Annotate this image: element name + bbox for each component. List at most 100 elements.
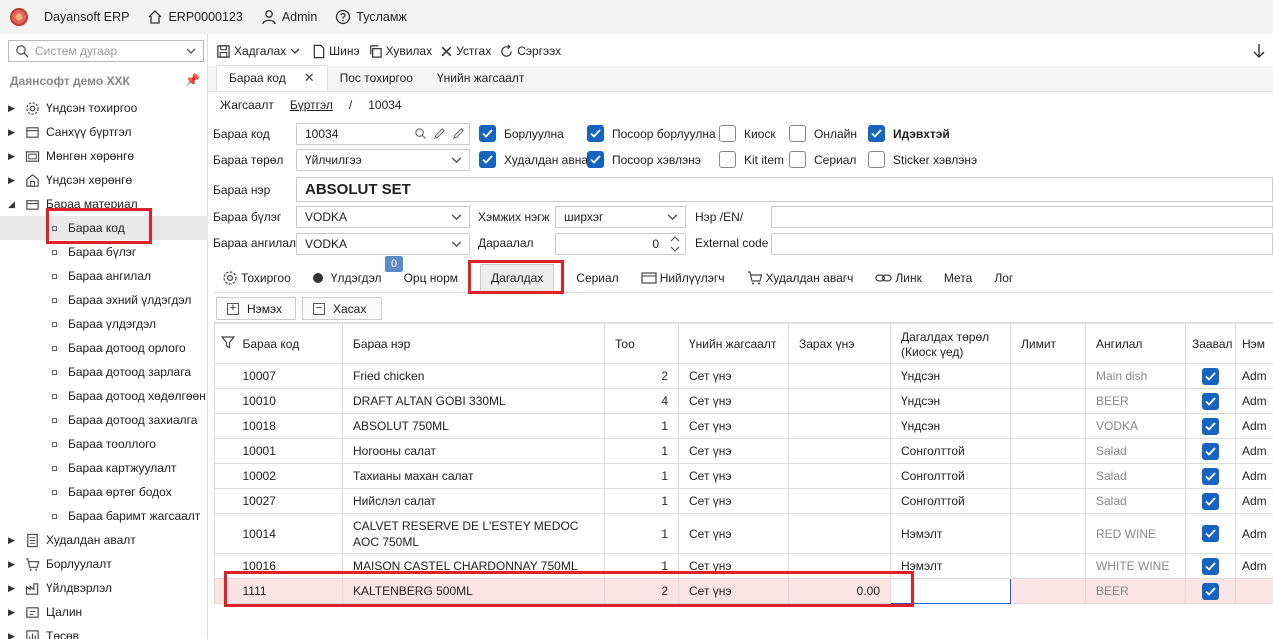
save-button[interactable]: Хадгалах: [216, 44, 304, 59]
cell-required[interactable]: [1185, 578, 1236, 604]
cell-code[interactable]: 10002: [238, 463, 343, 489]
cell-price-list[interactable]: Сет үнэ: [678, 553, 789, 579]
cell-limit[interactable]: [1010, 413, 1086, 439]
cell-limit[interactable]: [1010, 438, 1086, 464]
cell-required[interactable]: [1185, 363, 1236, 389]
cell-code[interactable]: 10014: [238, 513, 343, 554]
cell-accompany-type[interactable]: Үндсэн: [890, 413, 1011, 439]
cell-required[interactable]: [1185, 413, 1236, 439]
checkbox-serial[interactable]: Сериал: [789, 151, 856, 168]
name-en-input[interactable]: [771, 206, 1273, 228]
unit-select[interactable]: ширхэг: [555, 206, 686, 228]
pin-icon[interactable]: 📌: [185, 73, 200, 87]
tab-accompany[interactable]: Дагалдах: [480, 264, 555, 292]
checkbox-checked-icon[interactable]: [868, 125, 885, 142]
cell-sale-price[interactable]: 0.00: [788, 578, 891, 604]
filter-icon[interactable]: [220, 335, 236, 349]
chevron-down-icon[interactable]: [185, 45, 197, 57]
system-number-search[interactable]: Систем дугаар: [8, 40, 204, 62]
user-menu[interactable]: Admin: [261, 9, 317, 25]
tab-recipe[interactable]: Орц норм: [404, 264, 458, 292]
cell-required[interactable]: [1185, 438, 1236, 464]
col-header-price-list[interactable]: Үнийн жагсаалт: [678, 323, 789, 364]
chevron-down-icon[interactable]: [289, 45, 301, 57]
checkbox-checked-icon[interactable]: [1202, 467, 1219, 485]
caret-right-icon[interactable]: ▶: [8, 583, 18, 594]
cell-code[interactable]: 1111: [238, 578, 343, 604]
cell-accompany-type[interactable]: [890, 578, 1011, 604]
cell-accompany-type[interactable]: Үндсэн: [890, 388, 1011, 414]
cell-added-by[interactable]: Adm: [1235, 388, 1273, 414]
checkbox-active[interactable]: Идэвхтэй: [868, 125, 950, 142]
cell-sale-price[interactable]: [788, 363, 891, 389]
col-header-code[interactable]: Бараа код: [238, 323, 343, 364]
cell-category[interactable]: Main dish: [1085, 363, 1186, 389]
checkbox-checked-icon[interactable]: [479, 125, 496, 142]
cell-code[interactable]: 10027: [238, 488, 343, 514]
sidebar-item-finance[interactable]: ▶ Санхүү бүртгэл: [0, 120, 208, 144]
tab-serial[interactable]: Сериал: [576, 264, 618, 292]
cell-price-list[interactable]: Сет үнэ: [678, 363, 789, 389]
cell-sale-price[interactable]: [788, 413, 891, 439]
cell-name[interactable]: Тахианы махан салат: [342, 463, 605, 489]
cell-code[interactable]: 10018: [238, 413, 343, 439]
help-link[interactable]: Тусламж: [335, 9, 407, 25]
col-header-added-by[interactable]: Нэм: [1235, 323, 1273, 364]
caret-down-icon[interactable]: ◢: [8, 199, 18, 210]
checkbox-checked-icon[interactable]: [1202, 492, 1219, 510]
tab-item-code[interactable]: Бараа код ✕: [216, 65, 328, 91]
close-tab-icon[interactable]: ✕: [304, 70, 315, 86]
tab-pos-settings[interactable]: Пос тохиргоо: [328, 65, 425, 91]
sidebar-item-payroll[interactable]: ▶ Цалин: [0, 600, 208, 624]
sidebar-child-balance[interactable]: Бараа үлдэгдэл: [0, 312, 208, 336]
chevron-down-icon[interactable]: [450, 237, 463, 251]
code-input[interactable]: 10034: [296, 123, 470, 145]
checkbox-checked-icon[interactable]: [1202, 392, 1219, 410]
cell-sale-price[interactable]: [788, 488, 891, 514]
checkbox-empty-icon[interactable]: [789, 125, 806, 142]
cell-limit[interactable]: [1010, 363, 1086, 389]
new-button[interactable]: Шинэ: [312, 44, 360, 59]
type-select[interactable]: Үйлчилгээ: [296, 149, 470, 171]
cell-added-by[interactable]: Adm: [1235, 463, 1273, 489]
cell-price-list[interactable]: Сет үнэ: [678, 488, 789, 514]
checkbox-checked-icon[interactable]: [587, 125, 604, 142]
tab-purchase[interactable]: Худалдан авагч: [747, 264, 853, 292]
sidebar-item-cash[interactable]: ▶ Мөнгөн хөрөнгө: [0, 144, 208, 168]
sidebar-item-fixed-assets[interactable]: ▶ Үндсэн хөрөнгө: [0, 168, 208, 192]
cell-code[interactable]: 10010: [238, 388, 343, 414]
checkbox-pos-sell[interactable]: Посоор борлуулна: [587, 125, 716, 142]
delete-button[interactable]: Устгах: [440, 44, 491, 58]
cell-category[interactable]: Salad: [1085, 463, 1186, 489]
category-select[interactable]: VODKA: [296, 233, 470, 255]
cell-added-by[interactable]: Adm: [1235, 513, 1273, 554]
sidebar-item-purchase[interactable]: ▶ Худалдан авалт: [0, 528, 208, 552]
cell-category[interactable]: RED WINE: [1085, 513, 1186, 554]
sidebar-item-budget[interactable]: ▶ Төсөв: [0, 624, 208, 639]
checkbox-checked-icon[interactable]: [1202, 417, 1219, 435]
checkbox-kiosk[interactable]: Киоск: [719, 125, 776, 142]
checkbox-checked-icon[interactable]: [479, 151, 496, 168]
caret-right-icon[interactable]: ▶: [8, 631, 18, 639]
cell-qty[interactable]: 2: [604, 578, 679, 604]
sidebar-child-carding[interactable]: Бараа картжуулалт: [0, 456, 208, 480]
arrow-down-icon[interactable]: [1251, 42, 1267, 60]
cell-code[interactable]: 10007: [238, 363, 343, 389]
cell-qty[interactable]: 1: [604, 553, 679, 579]
checkbox-kit-item[interactable]: Kit item: [719, 151, 784, 168]
cell-limit[interactable]: [1010, 463, 1086, 489]
table-row[interactable]: 10027 Нийслэл салат 1 Сет үнэ Сонголттой Sala…: [214, 488, 1273, 514]
cell-name[interactable]: DRAFT ALTAN GOBI 330ML: [342, 388, 605, 414]
sidebar-child-internal-order[interactable]: Бараа дотоод захиалга: [0, 408, 208, 432]
caret-right-icon[interactable]: ▶: [8, 535, 18, 546]
cell-name[interactable]: ABSOLUT 750ML: [342, 413, 605, 439]
cell-price-list[interactable]: Сет үнэ: [678, 413, 789, 439]
tab-settings[interactable]: Тохиргоо: [222, 264, 291, 292]
cell-price-list[interactable]: Сет үнэ: [678, 463, 789, 489]
col-header-qty[interactable]: Тоо: [604, 323, 679, 364]
cell-name[interactable]: CALVET RESERVE DE L'ESTEY MEDOC AOC 750M…: [342, 513, 605, 554]
caret-right-icon[interactable]: ▶: [8, 127, 18, 138]
cell-required[interactable]: [1185, 463, 1236, 489]
cell-category[interactable]: Salad: [1085, 488, 1186, 514]
table-row[interactable]: 10010 DRAFT ALTAN GOBI 330ML 4 Сет үнэ Үндсэ…: [214, 388, 1273, 414]
